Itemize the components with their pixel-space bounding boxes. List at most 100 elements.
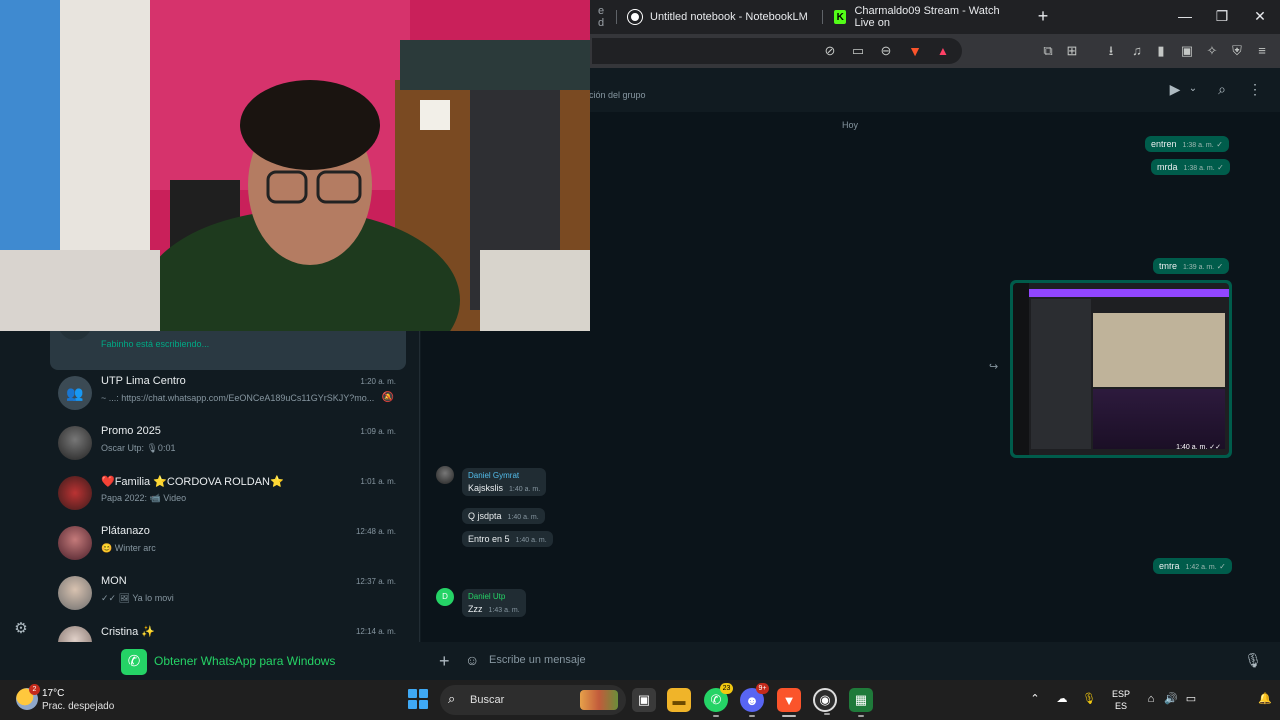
- chat-name: MON: [101, 575, 127, 587]
- sticker-icon[interactable]: ☺: [465, 652, 479, 668]
- start-button[interactable]: [408, 689, 428, 709]
- unread-badge: 9+: [756, 683, 769, 694]
- message-text: Zzz: [468, 604, 483, 614]
- restore-button[interactable]: ❐: [1207, 6, 1237, 26]
- message-time: 1:38 a. m.: [1182, 142, 1214, 149]
- browser-tab-kick[interactable]: K Charmaldo09 Stream - Watch Live on: [824, 4, 1028, 30]
- download-icon[interactable]: ⭳: [1103, 43, 1119, 59]
- minimize-button[interactable]: —: [1170, 6, 1200, 26]
- media-icon[interactable]: ♫: [1129, 43, 1145, 59]
- chat-time: 1:01 a. m.: [360, 477, 396, 486]
- chevron-down-icon[interactable]: ⌄: [1185, 81, 1201, 97]
- microphone-tray-icon[interactable]: 🎙: [1082, 692, 1096, 706]
- vpn-icon[interactable]: ⛨: [1229, 43, 1245, 59]
- sender-name[interactable]: Daniel Gymrat: [468, 471, 540, 480]
- message-text: Kajskslis: [468, 483, 504, 493]
- battery-icon[interactable]: ▭: [1184, 692, 1198, 706]
- search-highlight-image: [580, 690, 618, 710]
- chat-name: Cristina ✨: [101, 626, 156, 638]
- discord-icon[interactable]: ☻ 9+: [740, 683, 769, 717]
- tab-label: Charmaldo09 Stream - Watch Live on: [854, 5, 1000, 29]
- sidebar-icon[interactable]: ▮: [1153, 43, 1169, 59]
- chat-time: 1:09 a. m.: [360, 427, 396, 436]
- get-whatsapp-banner[interactable]: ✆ Obtener WhatsApp para Windows: [0, 642, 420, 680]
- more-options-icon[interactable]: ⋮: [1247, 81, 1263, 97]
- chat-item-promo-2025[interactable]: Promo 2025 1:09 a. m. Oscar Utp: 🎙0:01: [50, 420, 406, 470]
- browser-tab-notebooklm[interactable]: Untitled notebook - NotebookLM: [618, 4, 822, 30]
- video-tile: [1093, 313, 1225, 387]
- notifications-icon[interactable]: 🔔: [1258, 692, 1272, 706]
- obs-icon[interactable]: ◉: [813, 688, 837, 715]
- message-time: 1:39 a. m.: [1183, 264, 1215, 271]
- chat-time: 12:37 a. m.: [355, 577, 396, 586]
- discord-server-rail: [1013, 283, 1029, 455]
- message-time: 1:40 a. m.: [507, 514, 539, 521]
- check-icon: ✓: [1217, 163, 1224, 172]
- translate-icon[interactable]: ⊞: [1064, 43, 1080, 59]
- chat-preview: Fabinho está escribiendo...: [101, 339, 210, 349]
- message-incoming[interactable]: Daniel Utp Zzz 1:43 a. m.: [462, 589, 526, 617]
- message-time: 1:40 a. m.: [509, 486, 541, 493]
- spreadsheet-app-icon[interactable]: ▦: [849, 688, 873, 717]
- menu-icon[interactable]: ≡: [1254, 43, 1270, 59]
- message-text: tmre: [1159, 261, 1177, 271]
- camera-blocked-icon[interactable]: ⊘: [822, 43, 838, 59]
- message-outgoing[interactable]: entren 1:38 a. m. ✓: [1145, 136, 1229, 152]
- message-incoming[interactable]: Daniel Gymrat Kajskslis 1:40 a. m.: [462, 468, 547, 496]
- search-icon[interactable]: ⌕: [1214, 81, 1230, 97]
- message-outgoing[interactable]: mrda 1:38 a. m. ✓: [1151, 159, 1230, 175]
- whatsapp-taskbar-icon[interactable]: ✆ 23: [704, 683, 733, 717]
- install-app-icon[interactable]: ▭: [850, 43, 866, 59]
- webcam-overlay: [0, 0, 590, 331]
- browser-tab-partial[interactable]: e d: [588, 4, 616, 30]
- microphone-icon[interactable]: 🎙: [1244, 652, 1262, 669]
- message-outgoing[interactable]: tmre 1:39 a. m. ✓: [1153, 258, 1230, 274]
- avatar: [58, 576, 92, 610]
- weather-badge: 2: [29, 684, 40, 695]
- volume-icon[interactable]: 🔊: [1164, 692, 1178, 706]
- input-language[interactable]: ESP ES: [1112, 688, 1130, 712]
- chat-item-familia[interactable]: ❤️Familia ⭐CORDOVA ROLDAN⭐ 1:01 a. m. Pa…: [50, 470, 406, 520]
- avatar: [58, 526, 92, 560]
- network-icon[interactable]: ⌂: [1144, 692, 1158, 706]
- message-time: 1:40 a. m. ✓✓: [1176, 444, 1221, 451]
- message-outgoing[interactable]: entra 1:42 a. m. ✓: [1153, 558, 1232, 574]
- address-bar[interactable]: ⊘ ▭ ⊖ ▼ ▲: [592, 38, 962, 64]
- zoom-icon[interactable]: ⊖: [878, 43, 894, 59]
- new-tab-button[interactable]: +: [1034, 6, 1052, 26]
- wallet-icon[interactable]: ▣: [1179, 43, 1195, 59]
- brave-browser-icon[interactable]: ▼: [777, 688, 801, 717]
- chat-item-platanazo[interactable]: Plátanazo 12:48 a. m. 😊 Winter arc: [50, 520, 406, 570]
- onedrive-icon[interactable]: ☁: [1055, 692, 1069, 706]
- message-time: 1:38 a. m.: [1183, 165, 1215, 172]
- chat-item-mon[interactable]: MON 12:37 a. m. ✓✓ 🖼 Ya lo movi: [50, 570, 406, 620]
- sender-avatar[interactable]: [436, 466, 454, 484]
- extensions-icon[interactable]: ⧉: [1040, 43, 1056, 59]
- message-incoming[interactable]: Q jsdpta 1:40 a. m.: [462, 508, 545, 524]
- screenshot-image[interactable]: 1:40 a. m. ✓✓: [1013, 283, 1229, 455]
- chat-item-utp-lima-centro[interactable]: 👥 UTP Lima Centro 1:20 a. m. ~ ...: http…: [50, 370, 406, 420]
- close-window-button[interactable]: ✕: [1245, 6, 1275, 26]
- attach-plus-icon[interactable]: +: [439, 651, 450, 672]
- message-input[interactable]: Escribe un mensaje: [489, 654, 586, 666]
- brave-shields-icon[interactable]: ▼: [907, 43, 923, 59]
- settings-icon[interactable]: ⚙: [12, 620, 30, 638]
- message-incoming[interactable]: Entro en 5 1:40 a. m.: [462, 531, 553, 547]
- unread-badge: 23: [720, 683, 733, 694]
- message-time: 1:43 a. m.: [488, 607, 520, 614]
- chevron-up-icon[interactable]: ⌃: [1028, 692, 1042, 706]
- taskbar-search[interactable]: ⌕ Buscar: [440, 685, 626, 715]
- chat-preview: Papa 2022: 📹 Video: [101, 493, 187, 503]
- sender-name[interactable]: Daniel Utp: [468, 592, 520, 601]
- image-message[interactable]: 1:40 a. m. ✓✓: [1010, 280, 1232, 458]
- task-view-icon[interactable]: ▣: [632, 688, 656, 712]
- forward-icon[interactable]: ↪: [989, 360, 998, 373]
- leo-ai-icon[interactable]: ✧: [1204, 43, 1220, 59]
- chat-item-cristina[interactable]: Cristina ✨ 12:14 a. m.: [50, 620, 406, 642]
- brave-rewards-icon[interactable]: ▲: [935, 43, 951, 59]
- video-call-icon[interactable]: ▶: [1167, 81, 1183, 97]
- chat-time: 1:20 a. m.: [360, 377, 396, 386]
- file-explorer-icon[interactable]: ▬: [667, 688, 691, 712]
- sender-avatar[interactable]: D: [436, 588, 454, 606]
- check-icon: ✓: [1219, 562, 1226, 571]
